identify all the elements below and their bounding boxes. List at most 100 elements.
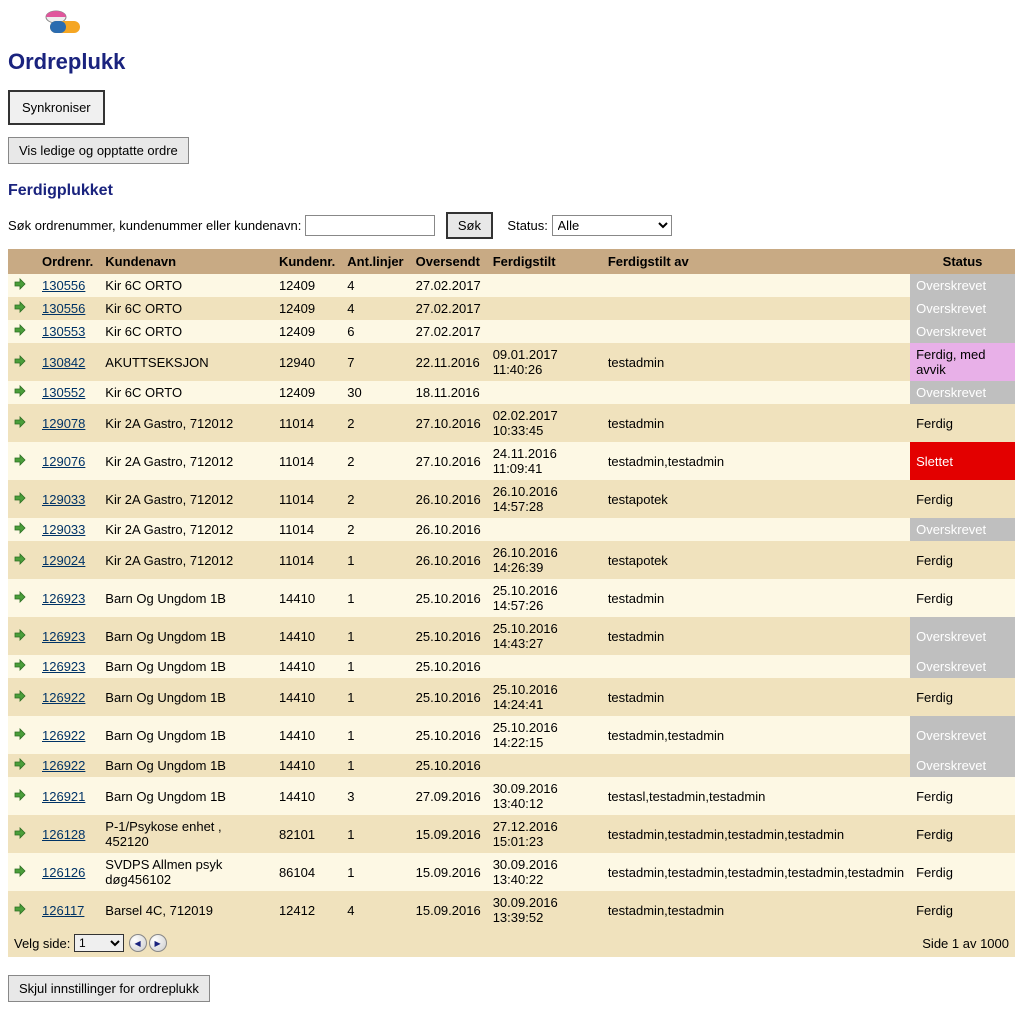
- cell-ant: 4: [341, 891, 409, 929]
- cell-av: testadmin: [602, 579, 910, 617]
- status-cell: Ferdig: [910, 777, 1015, 815]
- arrow-right-icon[interactable]: [14, 591, 26, 606]
- order-link[interactable]: 126921: [42, 789, 85, 804]
- cell-av: [602, 518, 910, 541]
- arrow-right-icon[interactable]: [14, 385, 26, 400]
- cell-kundenavn: Barsel 4C, 712019: [99, 891, 273, 929]
- arrow-right-icon[interactable]: [14, 903, 26, 918]
- order-link[interactable]: 129076: [42, 454, 85, 469]
- arrow-right-icon[interactable]: [14, 865, 26, 880]
- arrow-right-icon[interactable]: [14, 301, 26, 316]
- table-row: 126923Barn Og Ungdom 1B14410125.10.20162…: [8, 579, 1015, 617]
- col-antlinjer[interactable]: Ant.linjer: [341, 249, 409, 274]
- cell-ant: 6: [341, 320, 409, 343]
- status-cell: Overskrevet: [910, 274, 1015, 297]
- search-input[interactable]: [305, 215, 435, 236]
- cell-kundenr: 14410: [273, 754, 341, 777]
- order-link[interactable]: 126922: [42, 728, 85, 743]
- col-kundenavn[interactable]: Kundenavn: [99, 249, 273, 274]
- arrow-right-icon[interactable]: [14, 355, 26, 370]
- cell-ferdigstilt: 24.11.2016 11:09:41: [487, 442, 602, 480]
- col-ferdigstilt-av[interactable]: Ferdigstilt av: [602, 249, 910, 274]
- order-link[interactable]: 126117: [42, 903, 84, 918]
- cell-ant: 7: [341, 343, 409, 381]
- sync-button[interactable]: Synkroniser: [8, 90, 105, 125]
- order-link[interactable]: 130552: [42, 385, 85, 400]
- cell-ferdigstilt: 30.09.2016 13:39:52: [487, 891, 602, 929]
- arrow-right-icon[interactable]: [14, 522, 26, 537]
- cell-oversendt: 27.02.2017: [410, 320, 487, 343]
- cell-oversendt: 25.10.2016: [410, 617, 487, 655]
- order-link[interactable]: 126923: [42, 629, 85, 644]
- order-link[interactable]: 126923: [42, 659, 85, 674]
- arrow-right-icon[interactable]: [14, 553, 26, 568]
- order-link[interactable]: 129024: [42, 553, 85, 568]
- arrow-right-icon[interactable]: [14, 629, 26, 644]
- cell-oversendt: 15.09.2016: [410, 891, 487, 929]
- order-link[interactable]: 130842: [42, 355, 85, 370]
- pager-prev-icon[interactable]: ◀: [129, 934, 147, 952]
- arrow-right-icon[interactable]: [14, 324, 26, 339]
- arrow-right-icon[interactable]: [14, 454, 26, 469]
- col-ferdigstilt[interactable]: Ferdigstilt: [487, 249, 602, 274]
- col-oversendt[interactable]: Oversendt: [410, 249, 487, 274]
- cell-ant: 1: [341, 617, 409, 655]
- status-select[interactable]: Alle: [552, 215, 672, 236]
- hide-settings-button[interactable]: Skjul innstillinger for ordreplukk: [8, 975, 210, 1002]
- cell-oversendt: 26.10.2016: [410, 541, 487, 579]
- cell-kundenavn: Barn Og Ungdom 1B: [99, 716, 273, 754]
- cell-kundenr: 12409: [273, 381, 341, 404]
- status-cell: Slettet: [910, 442, 1015, 480]
- order-link[interactable]: 126922: [42, 690, 85, 705]
- arrow-right-icon[interactable]: [14, 758, 26, 773]
- cell-ant: 1: [341, 754, 409, 777]
- cell-kundenavn: P-1/Psykose enhet , 452120: [99, 815, 273, 853]
- arrow-right-icon[interactable]: [14, 827, 26, 842]
- order-link[interactable]: 130553: [42, 324, 85, 339]
- table-row: 130552Kir 6C ORTO124093018.11.2016Oversk…: [8, 381, 1015, 404]
- order-link[interactable]: 130556: [42, 278, 85, 293]
- col-kundenr[interactable]: Kundenr.: [273, 249, 341, 274]
- cell-av: [602, 297, 910, 320]
- cell-ferdigstilt: [487, 274, 602, 297]
- toggle-ledige-button[interactable]: Vis ledige og opptatte ordre: [8, 137, 189, 164]
- cell-av: testadmin: [602, 343, 910, 381]
- arrow-right-icon[interactable]: [14, 728, 26, 743]
- col-status[interactable]: Status: [910, 249, 1015, 274]
- status-cell: Overskrevet: [910, 617, 1015, 655]
- order-link[interactable]: 129033: [42, 522, 85, 537]
- order-link[interactable]: 126128: [42, 827, 85, 842]
- cell-av: testadmin,testadmin: [602, 891, 910, 929]
- arrow-right-icon[interactable]: [14, 278, 26, 293]
- arrow-right-icon[interactable]: [14, 416, 26, 431]
- order-link[interactable]: 126126: [42, 865, 85, 880]
- col-ordrenr[interactable]: Ordrenr.: [36, 249, 99, 274]
- cell-oversendt: 25.10.2016: [410, 754, 487, 777]
- order-link[interactable]: 129078: [42, 416, 85, 431]
- cell-av: [602, 381, 910, 404]
- order-link[interactable]: 126923: [42, 591, 85, 606]
- status-cell: Overskrevet: [910, 716, 1015, 754]
- cell-ant: 1: [341, 579, 409, 617]
- order-link[interactable]: 126922: [42, 758, 85, 773]
- pager-select[interactable]: 1: [74, 934, 124, 952]
- status-cell: Overskrevet: [910, 320, 1015, 343]
- app-logo: [38, 8, 1015, 39]
- status-cell: Ferdig: [910, 815, 1015, 853]
- cell-oversendt: 27.09.2016: [410, 777, 487, 815]
- order-link[interactable]: 129033: [42, 492, 85, 507]
- cell-kundenavn: Kir 6C ORTO: [99, 381, 273, 404]
- cell-ant: 1: [341, 541, 409, 579]
- orders-table: Ordrenr. Kundenavn Kundenr. Ant.linjer O…: [8, 249, 1015, 929]
- col-icon: [8, 249, 36, 274]
- cell-av: testadmin,testadmin: [602, 716, 910, 754]
- arrow-right-icon[interactable]: [14, 690, 26, 705]
- arrow-right-icon[interactable]: [14, 789, 26, 804]
- cell-ferdigstilt: 25.10.2016 14:57:26: [487, 579, 602, 617]
- arrow-right-icon[interactable]: [14, 492, 26, 507]
- arrow-right-icon[interactable]: [14, 659, 26, 674]
- order-link[interactable]: 130556: [42, 301, 85, 316]
- cell-av: testapotek: [602, 480, 910, 518]
- search-button[interactable]: Søk: [446, 212, 493, 239]
- pager-next-icon[interactable]: ▶: [149, 934, 167, 952]
